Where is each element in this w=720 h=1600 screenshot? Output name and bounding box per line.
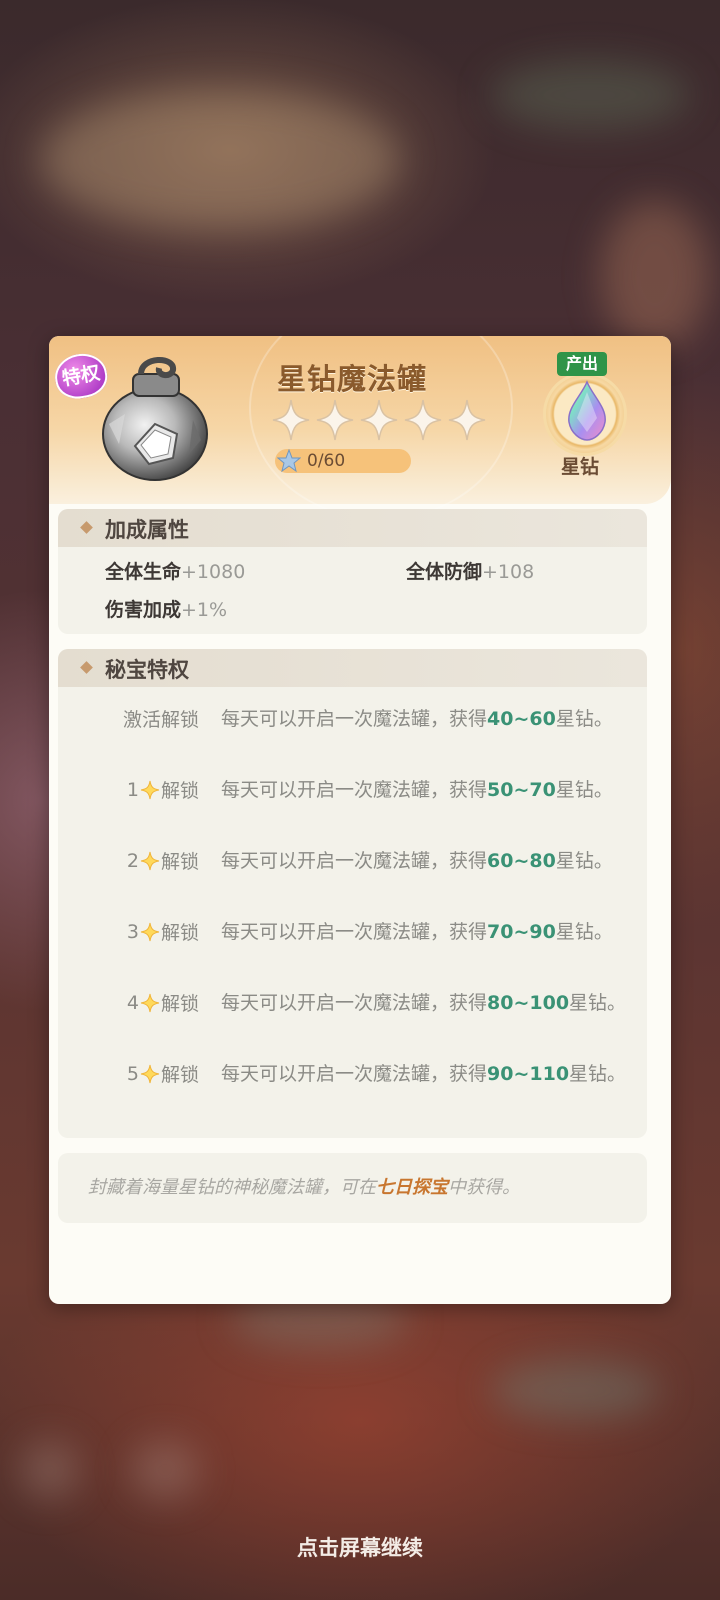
sparkle-star-icon bbox=[140, 1064, 160, 1083]
background-blur-glow bbox=[20, 1440, 80, 1500]
star-empty-icon bbox=[404, 399, 442, 441]
attribute-hp: 全体生命+1080 bbox=[105, 561, 246, 583]
privilege-description: 每天可以开启一次魔法罐，获得70~90星钻。 bbox=[221, 921, 613, 943]
star-empty-icon bbox=[272, 399, 310, 441]
sparkle-star-icon bbox=[140, 993, 160, 1012]
section-header: 秘宝特权 bbox=[58, 649, 647, 687]
section-header: 加成属性 bbox=[58, 509, 647, 547]
privilege-unlock-label: 2 解锁 bbox=[127, 847, 199, 874]
privilege-description: 每天可以开启一次魔法罐，获得50~70星钻。 bbox=[221, 779, 613, 801]
section-title: 加成属性 bbox=[105, 518, 189, 542]
star-shard-icon bbox=[277, 449, 301, 473]
item-title: 星钻魔法罐 bbox=[277, 362, 428, 396]
privilege-description: 每天可以开启一次魔法罐，获得90~110星钻。 bbox=[221, 1063, 627, 1085]
flavor-text: 封藏着海量星钻的神秘魔法罐，可在七日探宝中获得。 bbox=[88, 1177, 520, 1198]
privilege-unlock-text: 解锁 bbox=[160, 851, 199, 873]
privilege-description: 每天可以开启一次魔法罐，获得80~100星钻。 bbox=[221, 992, 627, 1014]
reward-range: 70~90 bbox=[487, 921, 556, 943]
background-blur-glow bbox=[490, 1360, 660, 1420]
sparkle-star-icon bbox=[140, 922, 160, 941]
privilege-level: 3 bbox=[126, 920, 139, 943]
attribute-defense: 全体防御+108 bbox=[406, 561, 535, 583]
privilege-section: 秘宝特权 激活解锁 每天可以开启一次魔法罐，获得40~60星钻。 1 解锁 每天可以开启… bbox=[58, 649, 647, 1138]
privilege-unlock-label: 3 解锁 bbox=[127, 918, 199, 945]
privilege-unlock-label: 1 解锁 bbox=[127, 776, 199, 803]
star-empty-icon bbox=[360, 399, 398, 441]
privilege-unlock-text: 解锁 bbox=[160, 993, 199, 1015]
output-item-name: 星钻 bbox=[561, 456, 600, 478]
privilege-description: 每天可以开启一次魔法罐，获得60~80星钻。 bbox=[221, 850, 613, 872]
privilege-unlock-text: 解锁 bbox=[160, 922, 199, 944]
reward-range: 40~60 bbox=[487, 708, 556, 730]
background-blur-glow bbox=[130, 1440, 200, 1500]
sparkle-star-icon bbox=[140, 851, 160, 870]
diamond-bullet-icon bbox=[80, 661, 93, 674]
attribute-damage: 伤害加成+1% bbox=[105, 599, 228, 621]
bonus-attributes-section: 加成属性 全体生命+1080 全体防御+108 伤害加成+1% bbox=[58, 509, 647, 634]
section-title: 秘宝特权 bbox=[105, 658, 189, 682]
source-highlight[interactable]: 七日探宝 bbox=[376, 1177, 448, 1198]
reward-range: 90~110 bbox=[487, 1063, 570, 1085]
privilege-unlock-text: 解锁 bbox=[160, 1064, 199, 1086]
output-tag: 产出 bbox=[557, 352, 607, 376]
privilege-unlock-text: 激活解锁 bbox=[122, 709, 199, 731]
reward-range: 60~80 bbox=[487, 850, 556, 872]
reward-range: 80~100 bbox=[487, 992, 570, 1014]
privilege-level: 4 bbox=[126, 991, 139, 1014]
star-progress-bar: 0/60 bbox=[275, 449, 411, 473]
star-empty-icon bbox=[448, 399, 486, 441]
star-progress-text: 0/60 bbox=[307, 451, 346, 471]
reward-range: 50~70 bbox=[487, 779, 556, 801]
background-blur-glow bbox=[600, 200, 710, 350]
privilege-unlock-label: 5 解锁 bbox=[127, 1060, 199, 1087]
background-blur-glow bbox=[40, 90, 400, 230]
privilege-unlock-label: 4 解锁 bbox=[127, 989, 199, 1016]
diamond-bullet-icon bbox=[80, 521, 93, 534]
privilege-description: 每天可以开启一次魔法罐，获得40~60星钻。 bbox=[221, 708, 613, 730]
privilege-level: 2 bbox=[126, 849, 139, 872]
privilege-unlock-text: 解锁 bbox=[160, 780, 199, 802]
flavor-text-section: 封藏着海量星钻的神秘魔法罐，可在七日探宝中获得。 bbox=[58, 1153, 647, 1223]
star-rating bbox=[271, 398, 487, 442]
background-blur-glow bbox=[490, 60, 690, 130]
privilege-level: 5 bbox=[126, 1062, 139, 1085]
star-diamond-gem-icon bbox=[568, 380, 606, 441]
tap-to-continue-text[interactable]: 点击屏幕继续 bbox=[0, 1532, 720, 1562]
sparkle-star-icon bbox=[140, 780, 160, 799]
magic-jar-icon bbox=[102, 356, 208, 481]
item-header: 特权 星钻魔法罐 0/60 产出 星钻 bbox=[49, 336, 671, 520]
item-detail-card: 特权 星钻魔法罐 0/60 产出 星钻 加成属性 全体生命+1080 全体防御+… bbox=[49, 336, 671, 1304]
privilege-unlock-label: 激活解锁 bbox=[123, 705, 199, 732]
star-empty-icon bbox=[316, 399, 354, 441]
privilege-level: 1 bbox=[126, 778, 139, 801]
